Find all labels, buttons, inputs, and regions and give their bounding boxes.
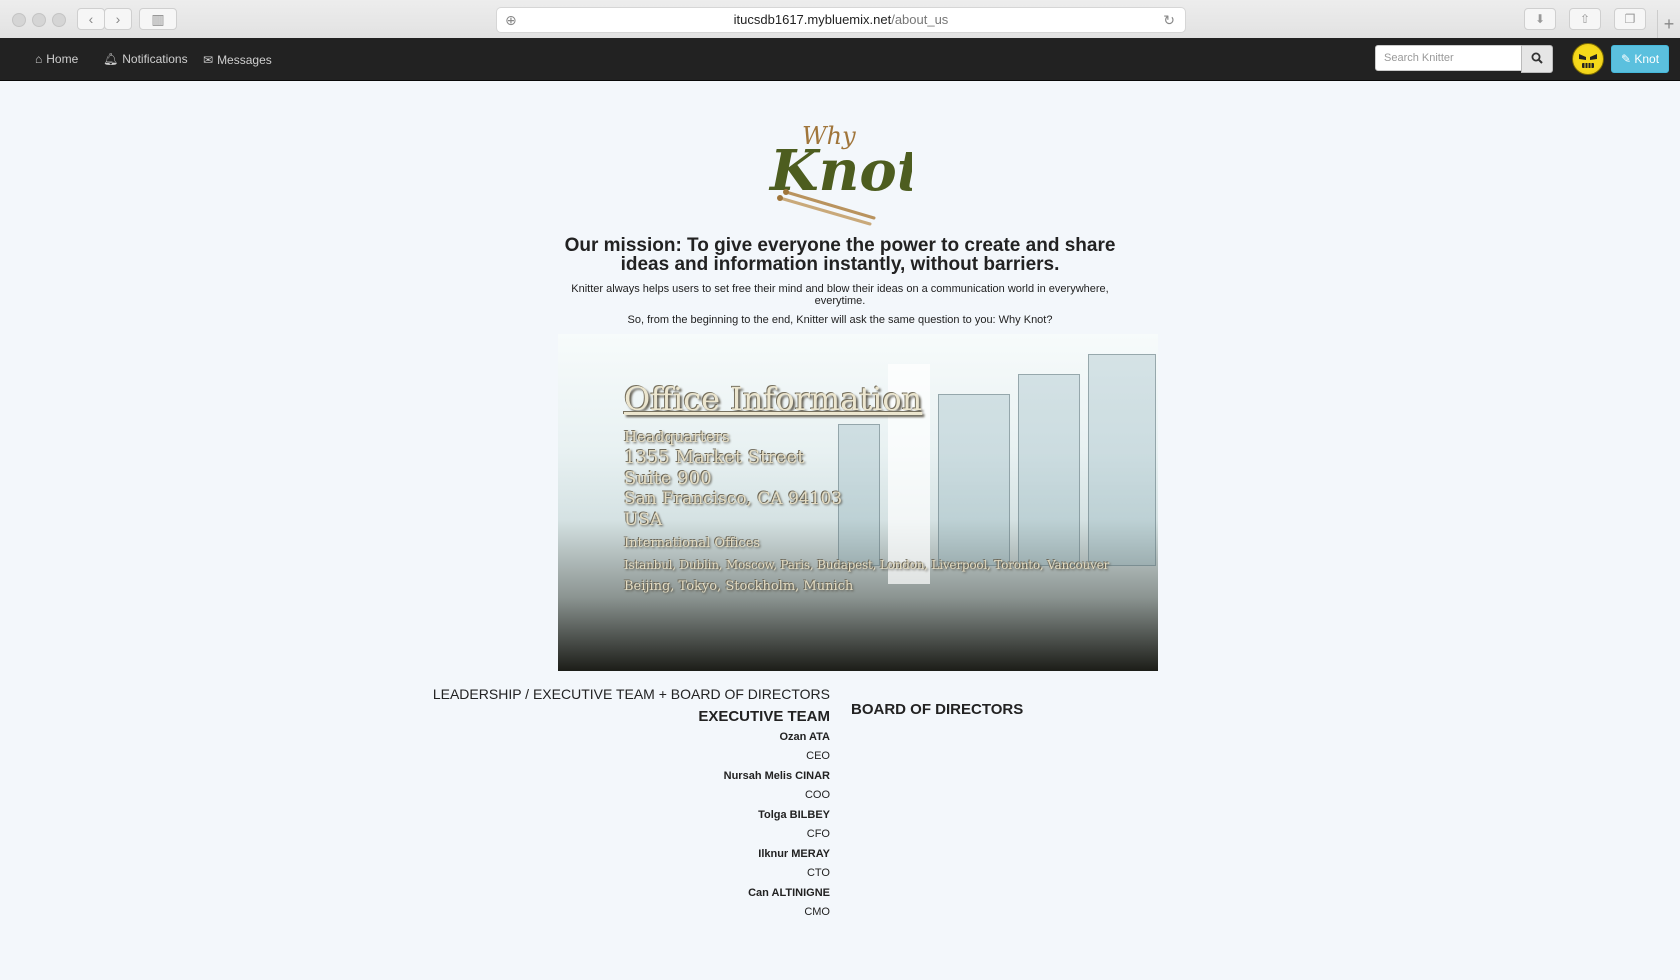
office-intl-line-1: Istanbul, Dublin, Moscow, Paris, Budapes… xyxy=(624,558,1110,572)
url-path: /about_us xyxy=(891,12,949,27)
nav-messages[interactable]: ✉ Messages xyxy=(203,39,272,81)
window-minimize-button[interactable] xyxy=(32,13,46,27)
mission-question: So, from the beginning to the end, Knitt… xyxy=(627,314,1053,326)
member-name: Nursah Melis CINAR xyxy=(723,770,830,782)
avatar[interactable] xyxy=(1572,43,1604,75)
mission-description: Knitter always helps users to set free t… xyxy=(571,283,1109,307)
address-bar[interactable]: ⊕ itucsdb1617.mybluemix.net/about_us ↻ xyxy=(496,7,1186,33)
plus-circle-icon: ⊕ xyxy=(505,12,517,28)
plus-icon: + xyxy=(1663,14,1675,34)
share-button[interactable]: ⇧ xyxy=(1569,8,1601,30)
sidebar-toggle-button[interactable]: ▥ xyxy=(139,8,177,30)
knot-button-label: Knot xyxy=(1634,52,1660,66)
member-role: CFO xyxy=(806,828,830,840)
office-hq-label: Headquarters xyxy=(624,428,730,446)
search-button[interactable] xyxy=(1521,45,1553,73)
knot-button[interactable]: ✎ Knot xyxy=(1611,45,1669,73)
leadership-heading: LEADERSHIP / EXECUTIVE TEAM + BOARD OF D… xyxy=(432,686,830,702)
search-input[interactable] xyxy=(1375,45,1533,71)
office-intl-line-2: Beijing, Tokyo, Stockholm, Munich xyxy=(624,579,854,594)
window-zoom-button[interactable] xyxy=(52,13,66,27)
tabs-button[interactable]: ❐ xyxy=(1614,8,1646,30)
member-name: Ozan ATA xyxy=(779,731,830,743)
office-address-3: San Francisco, CA 94103 xyxy=(624,489,843,509)
office-title: Office Information xyxy=(624,380,923,418)
office-address-1: 1355 Market Street xyxy=(624,447,805,468)
member-role: COO xyxy=(804,789,830,801)
home-icon: ⌂ xyxy=(35,52,43,66)
download-icon: ⬇ xyxy=(1534,12,1546,26)
nav-notifications[interactable]: 🔔︎ Notifications xyxy=(103,38,188,80)
member-role: CTO xyxy=(806,867,830,879)
chevron-left-icon: ‹ xyxy=(88,11,94,27)
sidebar-icon: ▥ xyxy=(151,11,165,27)
tabs-icon: ❐ xyxy=(1624,12,1636,26)
office-country: USA xyxy=(624,510,663,530)
nav-notifications-label: Notifications xyxy=(122,52,188,66)
forward-button[interactable]: › xyxy=(104,8,132,30)
executive-team-heading: EXECUTIVE TEAM xyxy=(698,708,830,725)
member-role: CEO xyxy=(806,750,830,762)
member-role: CMO xyxy=(804,906,830,918)
office-intl-label: International Offices xyxy=(624,536,761,551)
nav-messages-label: Messages xyxy=(217,53,272,67)
office-address-2: Suite 900 xyxy=(624,468,712,489)
angry-face-icon xyxy=(1575,46,1601,72)
envelope-icon: ✉ xyxy=(203,53,214,67)
nav-home-label: Home xyxy=(46,52,79,66)
back-button[interactable]: ‹ xyxy=(77,8,105,30)
url-host: itucsdb1617.mybluemix.net xyxy=(733,12,892,27)
member-name: Ilknur MERAY xyxy=(758,848,830,860)
site-navbar: ⌂Home 🔔︎Notifications ✉Messages ✎ Knot xyxy=(0,38,1680,81)
board-of-directors-heading: BOARD OF DIRECTORS xyxy=(851,701,1024,718)
member-name: Tolga BILBEY xyxy=(758,809,830,821)
nav-home[interactable]: ⌂ Home xyxy=(35,38,78,80)
window-close-button[interactable] xyxy=(12,13,26,27)
mission-title: Our mission: To give everyone the power … xyxy=(564,235,1116,275)
member-name: Can ALTINIGNE xyxy=(748,887,830,899)
browser-toolbar: ‹ › ▥ ⊕ itucsdb1617.mybluemix.net/about_… xyxy=(0,0,1680,39)
bell-icon: 🔔︎ xyxy=(103,52,119,66)
search-icon xyxy=(1531,52,1543,64)
share-icon: ⇧ xyxy=(1579,12,1591,26)
edit-icon: ✎ xyxy=(1620,52,1632,66)
chevron-right-icon: › xyxy=(115,11,121,27)
why-knot-logo: Why Knot xyxy=(762,120,923,230)
reload-icon[interactable]: ↻ xyxy=(1163,8,1175,32)
downloads-button[interactable]: ⬇ xyxy=(1524,8,1556,30)
new-tab-button[interactable]: + xyxy=(1657,10,1680,38)
office-information-image: Office Information Headquarters 1355 Mar… xyxy=(558,334,1158,671)
